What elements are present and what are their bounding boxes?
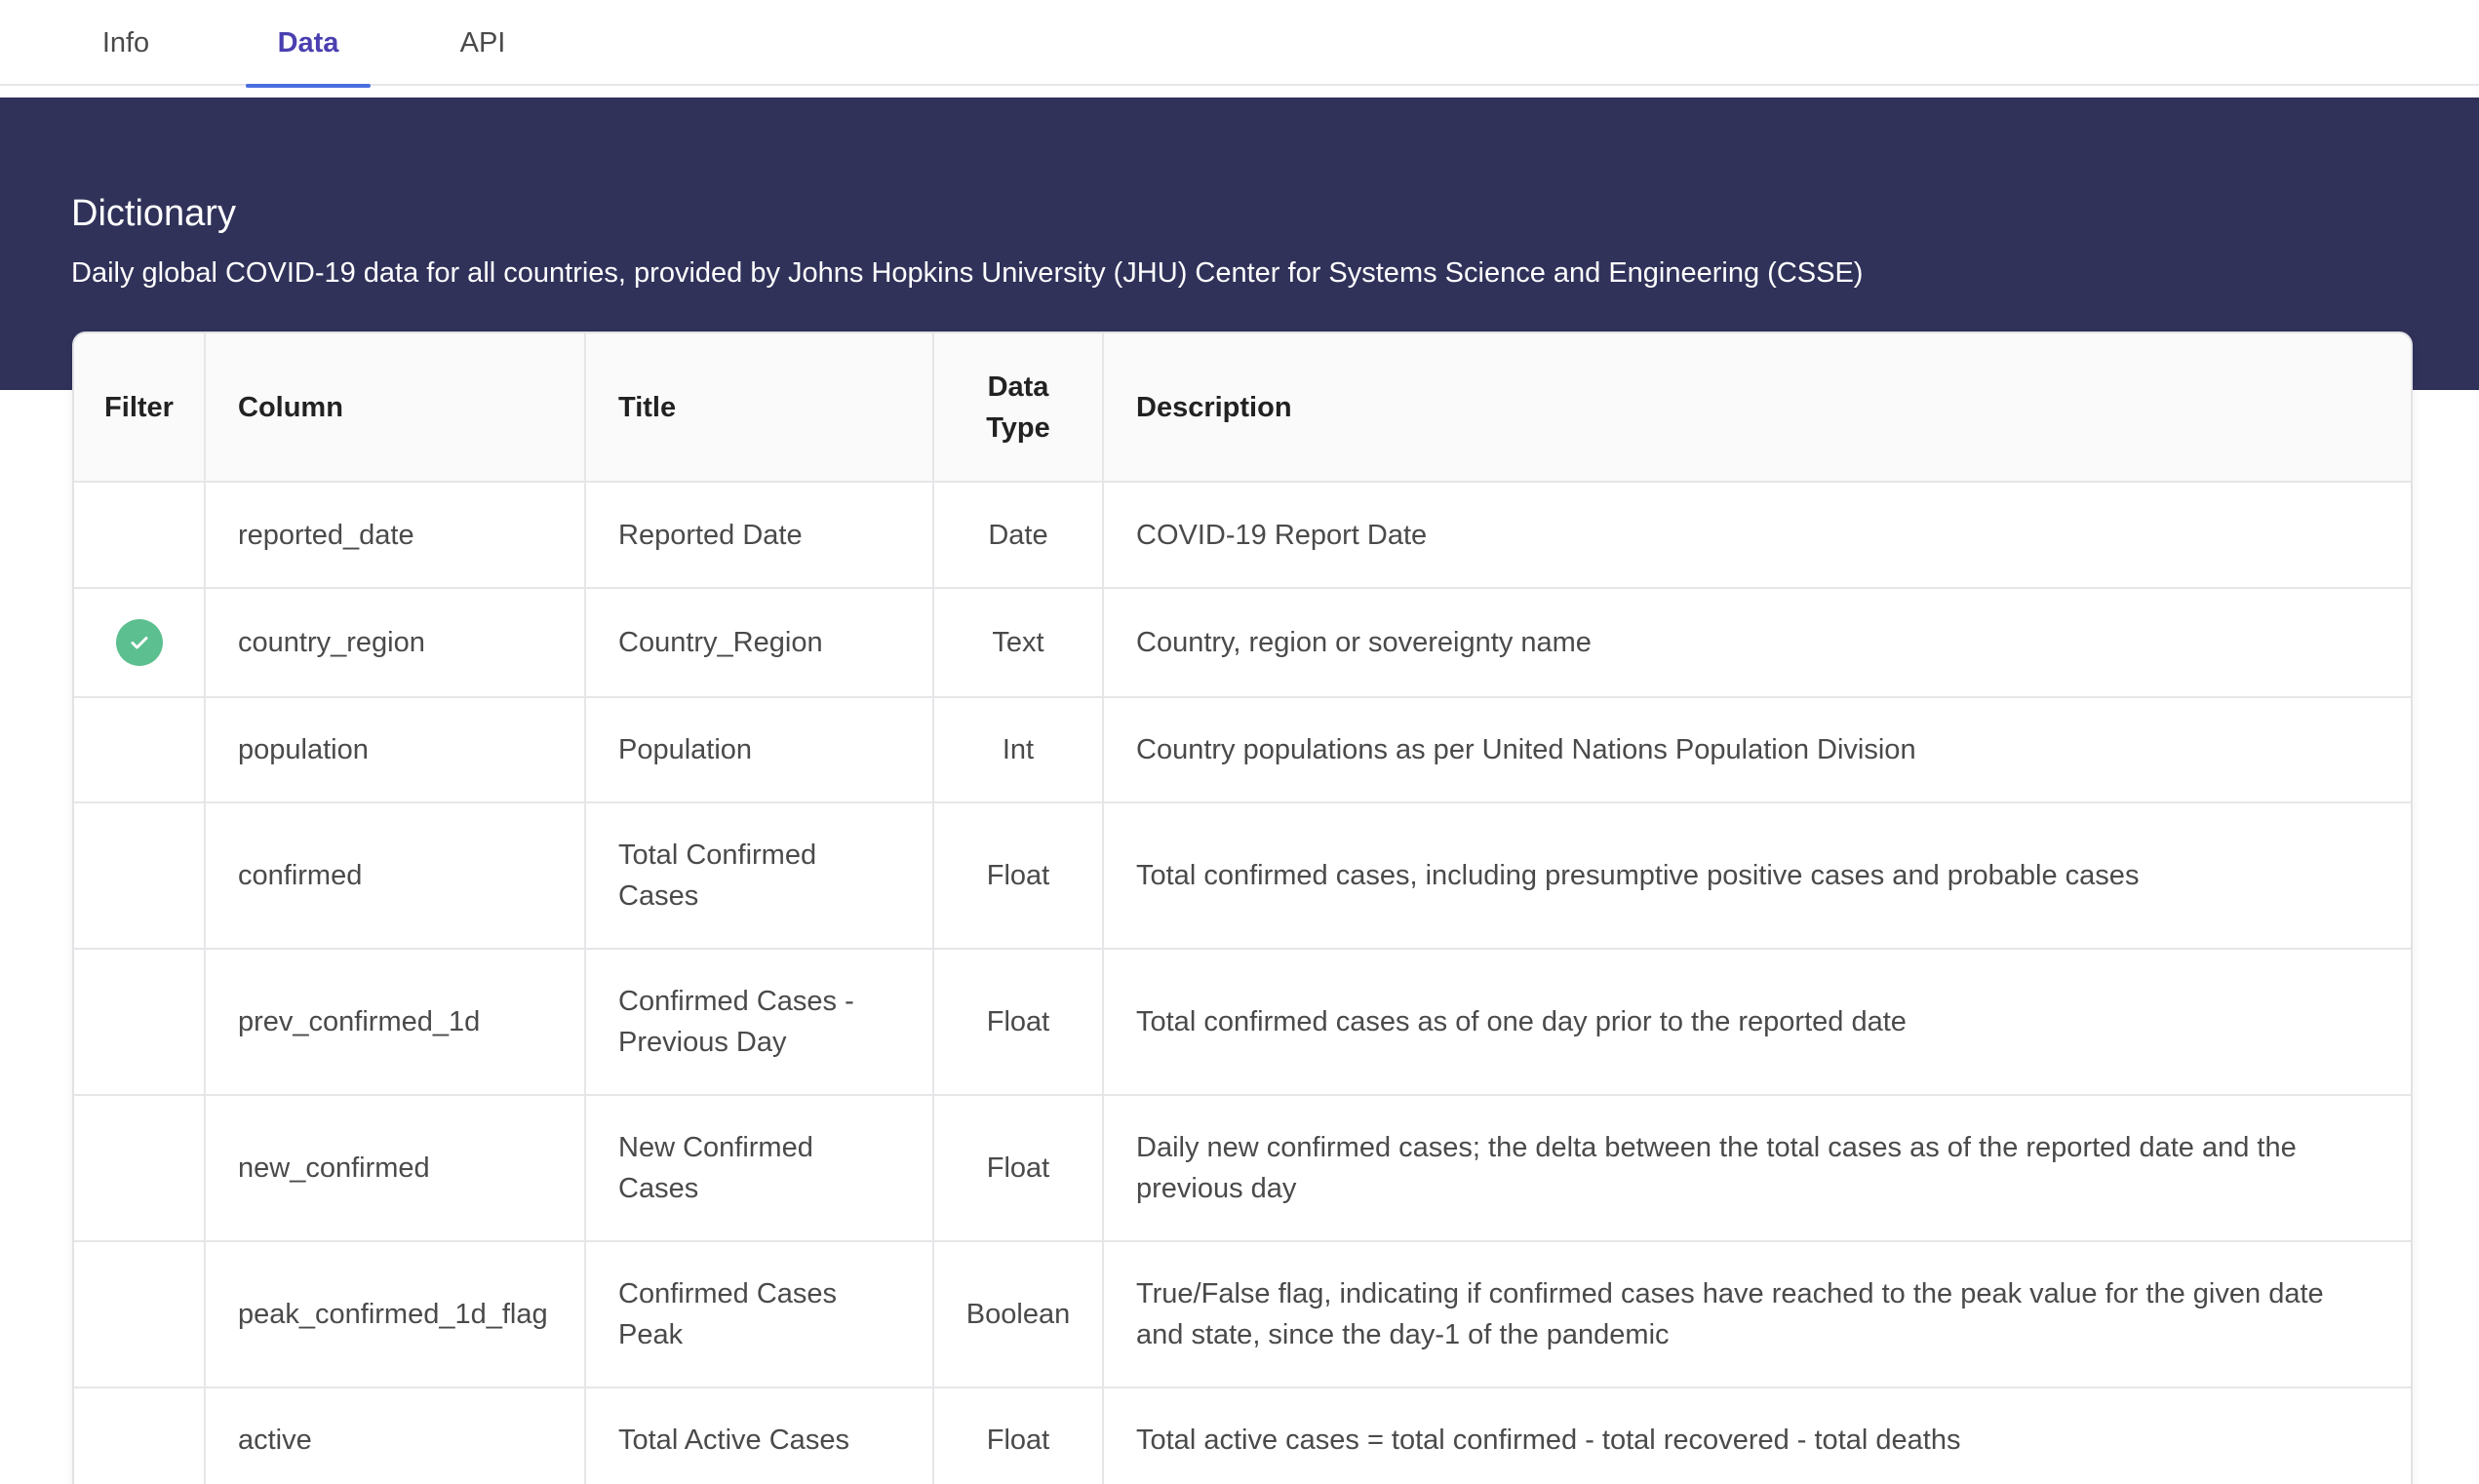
title-cell: Country_Region xyxy=(585,588,934,698)
filter-cell[interactable] xyxy=(74,1095,206,1242)
data-type-cell: Float xyxy=(933,1095,1104,1242)
data-type-cell: Float xyxy=(933,1387,1104,1484)
table-row: prev_confirmed_1d Confirmed Cases - Prev… xyxy=(74,949,2411,1096)
title-cell: Confirmed Cases Peak xyxy=(585,1241,934,1388)
title-cell: New Confirmed Cases xyxy=(585,1095,934,1242)
data-type-cell: Boolean xyxy=(933,1241,1104,1388)
title-cell: Confirmed Cases - Previous Day xyxy=(585,949,934,1096)
filter-cell[interactable] xyxy=(74,949,206,1096)
description-cell: Daily new confirmed cases; the delta bet… xyxy=(1103,1095,2411,1242)
column-cell: reported_date xyxy=(205,482,586,589)
data-type-cell: Float xyxy=(933,802,1104,950)
table-header-row: Filter Column Title Data Type Descriptio… xyxy=(74,333,2411,483)
data-type-cell: Int xyxy=(933,697,1104,803)
table-row: new_confirmed New Confirmed Cases Float … xyxy=(74,1095,2411,1242)
filter-cell[interactable] xyxy=(74,697,206,803)
header-filter: Filter xyxy=(74,333,206,483)
data-type-cell: Float xyxy=(933,949,1104,1096)
filter-cell[interactable] xyxy=(74,588,206,698)
filter-cell[interactable] xyxy=(74,1387,206,1484)
data-type-cell: Date xyxy=(933,482,1104,589)
title-cell: Reported Date xyxy=(585,482,934,589)
title-cell: Total Confirmed Cases xyxy=(585,802,934,950)
column-cell: prev_confirmed_1d xyxy=(205,949,586,1096)
description-cell: COVID-19 Report Date xyxy=(1103,482,2411,589)
column-cell: new_confirmed xyxy=(205,1095,586,1242)
table-row: reported_date Reported Date Date COVID-1… xyxy=(74,482,2411,589)
tab-info[interactable]: Info xyxy=(62,0,189,86)
table-row: confirmed Total Confirmed Cases Float To… xyxy=(74,802,2411,950)
table-row: active Total Active Cases Float Total ac… xyxy=(74,1387,2411,1484)
header-title: Title xyxy=(585,333,934,483)
table-row: population Population Int Country popula… xyxy=(74,697,2411,803)
tab-api[interactable]: API xyxy=(419,0,546,86)
description-cell: True/False flag, indicating if confirmed… xyxy=(1103,1241,2411,1388)
header-description: Description xyxy=(1103,333,2411,483)
header-column: Column xyxy=(205,333,586,483)
description-cell: Total confirmed cases, including presump… xyxy=(1103,802,2411,950)
title-cell: Population xyxy=(585,697,934,803)
tab-data[interactable]: Data xyxy=(246,0,371,88)
dictionary-table-card: Filter Column Title Data Type Descriptio… xyxy=(72,332,2413,1484)
table-row: country_region Country_Region Text Count… xyxy=(74,588,2411,698)
description-cell: Country, region or sovereignty name xyxy=(1103,588,2411,698)
filter-cell[interactable] xyxy=(74,802,206,950)
title-cell: Total Active Cases xyxy=(585,1387,934,1484)
column-cell: peak_confirmed_1d_flag xyxy=(205,1241,586,1388)
check-circle-icon[interactable] xyxy=(115,619,163,666)
header-data-type: Data Type xyxy=(933,333,1104,483)
tab-bar: Info Data API xyxy=(0,0,2479,88)
description-cell: Total confirmed cases as of one day prio… xyxy=(1103,949,2411,1096)
column-cell: country_region xyxy=(205,588,586,698)
filter-cell[interactable] xyxy=(74,482,206,589)
column-cell: confirmed xyxy=(205,802,586,950)
data-type-cell: Text xyxy=(933,588,1104,698)
dictionary-subtitle: Daily global COVID-19 data for all count… xyxy=(71,257,1864,289)
description-cell: Country populations as per United Nation… xyxy=(1103,697,2411,803)
dictionary-title: Dictionary xyxy=(71,193,236,234)
column-cell: active xyxy=(205,1387,586,1484)
description-cell: Total active cases = total confirmed - t… xyxy=(1103,1387,2411,1484)
filter-cell[interactable] xyxy=(74,1241,206,1388)
column-cell: population xyxy=(205,697,586,803)
dictionary-table: Filter Column Title Data Type Descriptio… xyxy=(74,333,2411,1484)
table-row: peak_confirmed_1d_flag Confirmed Cases P… xyxy=(74,1241,2411,1388)
